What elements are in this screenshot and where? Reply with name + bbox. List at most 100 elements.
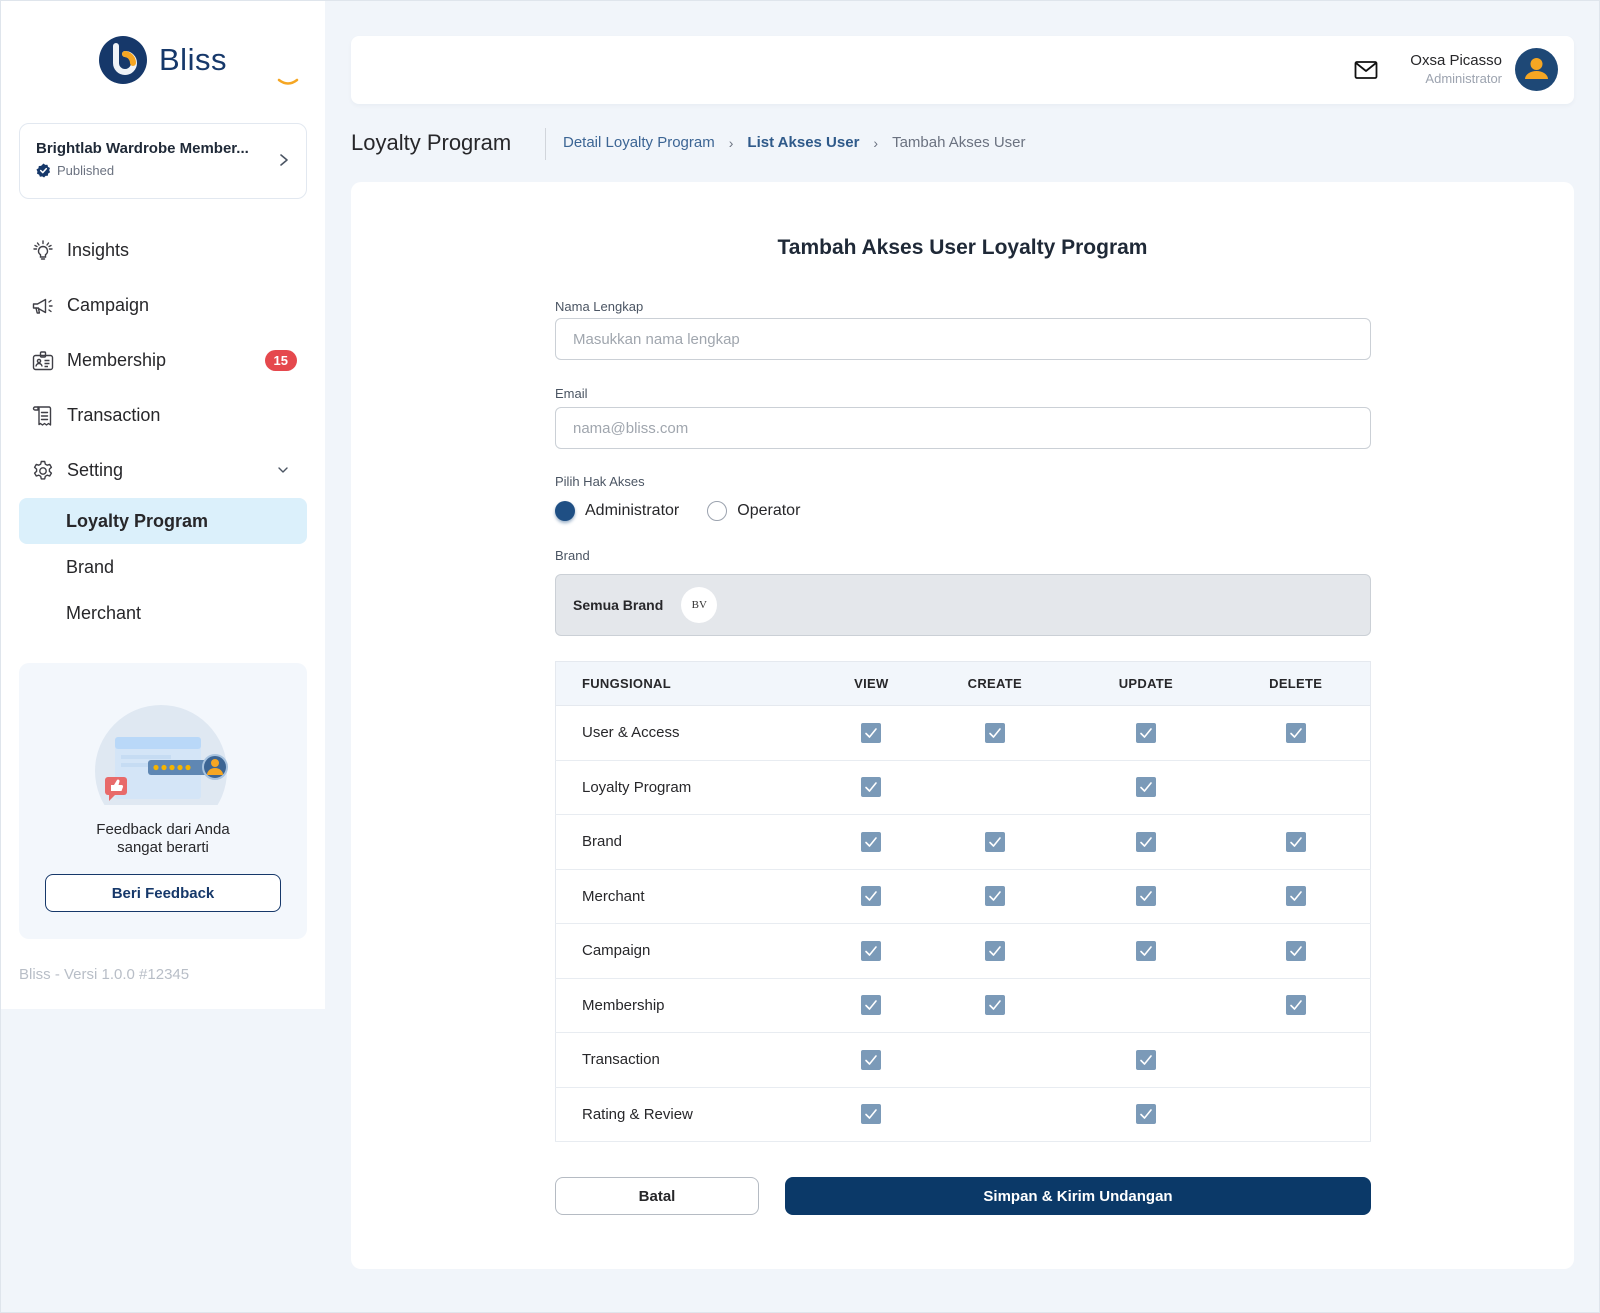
update-checkbox-unchecked[interactable] [1136, 993, 1156, 1013]
function-name: Membership [555, 978, 824, 1033]
permission-cell-delete [1221, 814, 1371, 870]
view-checkbox-checked[interactable] [861, 1049, 882, 1070]
create-checkbox-checked[interactable] [984, 886, 1005, 907]
delete-checkbox-checked[interactable] [1285, 722, 1306, 743]
update-checkbox-checked[interactable] [1135, 722, 1156, 743]
checkmark-icon [1289, 945, 1302, 956]
brand-select[interactable]: Semua Brand BV [555, 574, 1371, 636]
sidebar-nav: Insights Campaign Membership 15 Transact… [19, 223, 307, 636]
sidebar-item-campaign[interactable]: Campaign [19, 278, 307, 333]
create-checkbox-checked[interactable] [984, 722, 1005, 743]
view-checkbox-checked[interactable] [861, 831, 882, 852]
logo-smile-icon [277, 78, 299, 85]
permission-cell-update [1070, 814, 1222, 870]
checkmark-icon [989, 727, 1001, 738]
sidebar-item-insights[interactable]: Insights [19, 223, 307, 278]
column-header-create: CREATE [919, 661, 1071, 706]
feedback-message: Feedback dari Anda sangat berarti [19, 821, 307, 857]
brand-label: Brand [555, 548, 590, 563]
update-checkbox-checked[interactable] [1135, 1104, 1156, 1125]
create-checkbox-unchecked[interactable] [985, 1102, 1005, 1122]
permission-cell-update [1070, 869, 1222, 924]
role-label: Administrator [585, 502, 680, 519]
table-row: Rating & Review [555, 1087, 1371, 1142]
role-radio-operator[interactable]: Operator [707, 501, 800, 521]
create-checkbox-unchecked[interactable] [985, 775, 1005, 795]
breadcrumb-current: Tambah Akses User [892, 134, 1026, 151]
checkmark-icon [865, 836, 878, 847]
role-radio-administrator[interactable]: Administrator [555, 501, 679, 521]
breadcrumb-list-akses-user[interactable]: List Akses User [747, 134, 859, 151]
delete-checkbox-unchecked[interactable] [1286, 775, 1306, 795]
permission-cell-view [823, 705, 920, 761]
feedback-line-2: sangat berarti [117, 839, 209, 856]
delete-checkbox-unchecked[interactable] [1286, 1047, 1306, 1067]
id-badge-icon [31, 349, 55, 373]
column-header-update: UPDATE [1070, 661, 1222, 706]
full-name-input[interactable] [555, 318, 1371, 360]
save-and-invite-button[interactable]: Simpan & Kirim Undangan [785, 1177, 1371, 1215]
permission-cell-delete [1221, 869, 1371, 924]
view-checkbox-checked[interactable] [861, 995, 882, 1016]
permission-cell-delete [1221, 923, 1371, 979]
permissions-table-body: User & Access Loyalty Program Brand Merchan… [555, 705, 1371, 1142]
sidebar-item-transaction[interactable]: Transaction [19, 388, 307, 443]
view-checkbox-checked[interactable] [861, 940, 882, 961]
user-name: Oxsa Picasso [1410, 52, 1502, 69]
update-checkbox-checked[interactable] [1135, 831, 1156, 852]
permission-cell-create [919, 814, 1071, 870]
update-checkbox-checked[interactable] [1135, 886, 1156, 907]
table-row: Loyalty Program [555, 760, 1371, 815]
create-checkbox-unchecked[interactable] [985, 1047, 1005, 1067]
checkmark-icon [1140, 1109, 1152, 1120]
email-input[interactable] [555, 407, 1371, 449]
chevron-right-icon [280, 154, 288, 166]
view-checkbox-checked[interactable] [861, 1104, 882, 1125]
breadcrumb: Detail Loyalty Program › List Akses User… [563, 134, 1025, 151]
function-name: User & Access [555, 705, 824, 761]
mail-icon[interactable] [1354, 60, 1378, 80]
sidebar-subitem-brand[interactable]: Brand [19, 544, 307, 590]
delete-checkbox-unchecked[interactable] [1286, 1102, 1306, 1122]
sidebar-item-membership[interactable]: Membership 15 [19, 333, 307, 388]
program-selector[interactable]: Brightlab Wardrobe Member... Published [19, 123, 307, 199]
app-logo[interactable]: Bliss [99, 36, 299, 85]
form-card: Tambah Akses User Loyalty Program Nama L… [351, 182, 1574, 1269]
table-row: Campaign [555, 923, 1371, 979]
checkmark-icon [865, 1000, 878, 1011]
user-info[interactable]: Oxsa Picasso Administrator [1410, 52, 1502, 86]
create-checkbox-checked[interactable] [984, 831, 1005, 852]
breadcrumb-separator-icon: › [873, 134, 879, 151]
delete-checkbox-checked[interactable] [1285, 940, 1306, 961]
access-role-radio-group: Administrator Operator [555, 501, 828, 521]
permission-cell-view [823, 760, 920, 815]
create-checkbox-checked[interactable] [984, 995, 1005, 1016]
create-checkbox-checked[interactable] [984, 940, 1005, 961]
delete-checkbox-checked[interactable] [1285, 831, 1306, 852]
sidebar-item-setting[interactable]: Setting [19, 443, 307, 498]
sidebar-subitem-merchant[interactable]: Merchant [19, 590, 307, 636]
sidebar-subitem-loyalty-program[interactable]: Loyalty Program [19, 498, 307, 544]
permission-cell-create [919, 760, 1071, 815]
gear-icon [31, 459, 55, 483]
update-checkbox-checked[interactable] [1135, 1049, 1156, 1070]
megaphone-icon [31, 294, 55, 318]
update-checkbox-checked[interactable] [1135, 777, 1156, 798]
chevron-down-icon [278, 467, 288, 473]
view-checkbox-checked[interactable] [861, 722, 882, 743]
view-checkbox-checked[interactable] [861, 886, 882, 907]
update-checkbox-checked[interactable] [1135, 940, 1156, 961]
brand-value: Semua Brand [573, 597, 664, 613]
table-header-row: FUNGSIONAL VIEW CREATE UPDATE DELETE [555, 661, 1371, 706]
checkmark-icon [1289, 727, 1302, 738]
checkmark-icon [989, 891, 1001, 902]
view-checkbox-checked[interactable] [861, 777, 882, 798]
top-bar: Oxsa Picasso Administrator [351, 36, 1574, 104]
delete-checkbox-checked[interactable] [1285, 886, 1306, 907]
delete-checkbox-checked[interactable] [1285, 995, 1306, 1016]
function-name: Merchant [555, 869, 824, 924]
breadcrumb-detail-loyalty-program[interactable]: Detail Loyalty Program [563, 134, 715, 151]
cancel-button[interactable]: Batal [555, 1177, 759, 1215]
avatar[interactable] [1515, 48, 1558, 91]
give-feedback-button[interactable]: Beri Feedback [45, 874, 281, 912]
